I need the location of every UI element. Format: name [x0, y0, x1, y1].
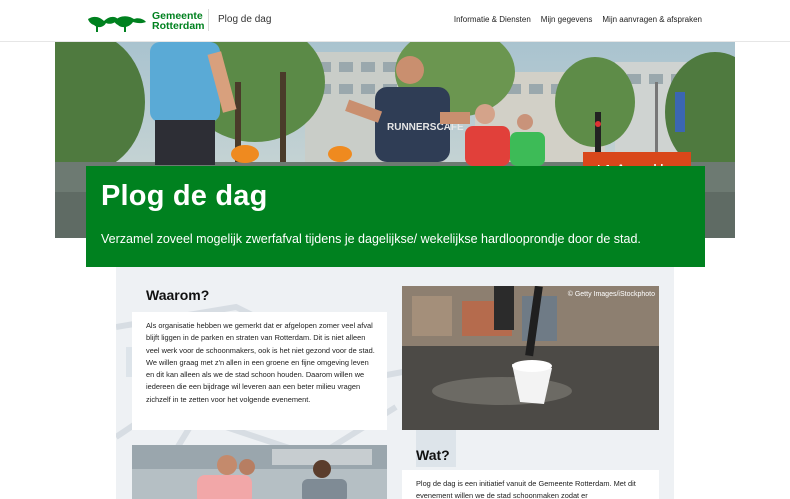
nav-informatie-diensten[interactable]: Informatie & Diensten [454, 15, 531, 24]
page-title: Plog de dag [101, 180, 268, 212]
main-nav: Informatie & Diensten Mijn gegevens Mijn… [454, 15, 702, 24]
waarom-text: Als organisatie hebben we gemerkt dat er… [146, 321, 375, 404]
wat-text: Plog de dag is een initiatief vanuit de … [416, 479, 636, 499]
photo-credit: © Getty Images/iStockphoto [567, 291, 655, 298]
hero-banner: Plog de dag Verzamel zoveel mogelijk zwe… [86, 166, 705, 267]
nav-mijn-aanvragen[interactable]: Mijn aanvragen & afspraken [602, 15, 702, 24]
wat-heading: Wat? [416, 447, 450, 463]
nav-mijn-gegevens[interactable]: Mijn gegevens [541, 15, 593, 24]
header-divider [208, 9, 209, 31]
site-header: Gemeente Rotterdam Plog de dag Informati… [0, 0, 790, 42]
waarom-card: Als organisatie hebben we gemerkt dat er… [132, 312, 387, 430]
runners-photo [132, 445, 387, 499]
page-intro: Verzamel zoveel mogelijk zwerfafval tijd… [101, 232, 641, 246]
waarom-heading: Waarom? [146, 287, 210, 303]
site-subtitle: Plog de dag [218, 14, 272, 25]
gemeente-rotterdam-logo[interactable]: Gemeente Rotterdam [86, 8, 205, 34]
litter-photo: © Getty Images/iStockphoto [402, 286, 659, 430]
brand-name: Gemeente Rotterdam [152, 11, 205, 32]
rotterdam-lions-icon [88, 16, 146, 32]
wat-card: Plog de dag is een initiatief vanuit de … [402, 470, 659, 499]
brand-line-2: Rotterdam [152, 20, 205, 32]
